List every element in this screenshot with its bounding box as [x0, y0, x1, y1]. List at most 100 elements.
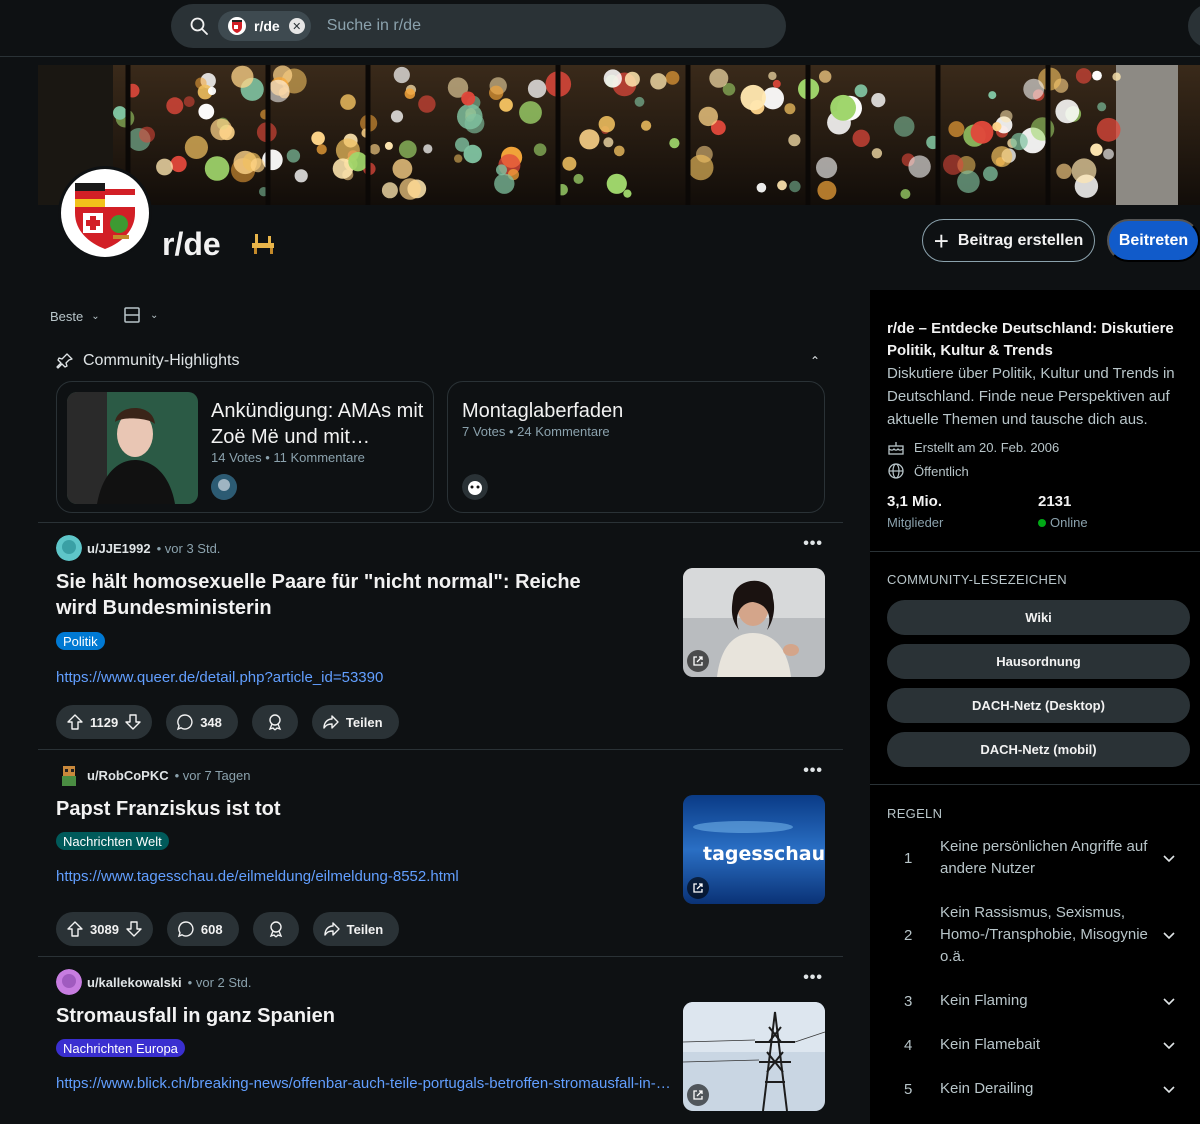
- upvote-icon[interactable]: [66, 920, 84, 938]
- post-link[interactable]: https://www.queer.de/detail.php?article_…: [56, 669, 678, 686]
- award-button[interactable]: [251, 705, 298, 739]
- chevron-down-icon[interactable]: [1162, 928, 1176, 942]
- downvote-icon[interactable]: [125, 920, 143, 938]
- lamp-bulb: [423, 144, 433, 154]
- post-thumbnail[interactable]: tagesschau: [683, 795, 825, 904]
- post-link[interactable]: https://www.tagesschau.de/eilmeldung/eil…: [56, 868, 678, 885]
- avatar: [56, 535, 82, 561]
- lamp-bulb: [562, 156, 577, 171]
- post-title[interactable]: Sie hält homosexuelle Paare für "nicht n…: [56, 569, 626, 621]
- rule-item[interactable]: 1 Keine persönlichen Angriffe auf andere…: [887, 836, 1190, 880]
- rules-header: REGELN: [887, 806, 943, 821]
- lamp-bulb: [1075, 68, 1092, 84]
- rule-item[interactable]: 2 Kein Rassismus, Sexismus, Homo-/Transp…: [887, 902, 1190, 968]
- lamp-bulb: [166, 97, 184, 115]
- lamp-bulb: [983, 166, 998, 182]
- lamp-bulb: [496, 164, 507, 176]
- comments-button[interactable]: 348: [166, 705, 238, 739]
- upvote-icon[interactable]: [66, 713, 84, 731]
- search-input[interactable]: [326, 17, 627, 35]
- lamp-bulb: [231, 65, 254, 88]
- more-options-icon[interactable]: •••: [803, 762, 823, 780]
- lamp-bulb: [454, 154, 463, 163]
- lamp-bulb: [777, 180, 787, 191]
- cake-icon: [888, 442, 904, 455]
- lamp-bulb: [573, 173, 584, 184]
- more-options-icon[interactable]: •••: [803, 535, 823, 553]
- post-thumbnail[interactable]: [683, 568, 825, 677]
- subreddit-name: r/de: [162, 226, 221, 262]
- post-thumbnail[interactable]: [683, 1002, 825, 1111]
- rule-item[interactable]: 5 Kein Derailing: [887, 1078, 1190, 1100]
- chevron-down-icon[interactable]: [1162, 1038, 1176, 1052]
- bookmark-wiki[interactable]: Wiki: [887, 600, 1190, 635]
- lamp-bulb: [606, 173, 627, 194]
- lamp-bulb: [641, 120, 652, 131]
- lamp-bulb: [286, 149, 301, 163]
- lamp-bulb: [399, 178, 421, 200]
- post-link[interactable]: https://www.blick.ch/breaking-news/offen…: [56, 1075, 678, 1092]
- lamp-bulb: [156, 158, 173, 176]
- share-button[interactable]: Teilen: [312, 912, 400, 946]
- post-title[interactable]: Stromausfall in ganz Spanien: [56, 1003, 626, 1029]
- vote-control[interactable]: 3089: [56, 912, 153, 946]
- chevron-down-icon[interactable]: [1162, 1082, 1176, 1096]
- post-flair[interactable]: Nachrichten Welt: [56, 832, 169, 850]
- join-button[interactable]: Beitreten: [1107, 219, 1200, 262]
- post-flair[interactable]: Politik: [56, 632, 105, 650]
- subreddit-search-chip[interactable]: r/de ✕: [218, 11, 311, 41]
- highlight-card[interactable]: Ankündigung: AMAs mit Zoë Më und mit… 14…: [56, 381, 434, 513]
- chevron-down-icon: ⌄: [150, 309, 159, 321]
- bookmark-hausordnung[interactable]: Hausordnung: [887, 644, 1190, 679]
- post-card[interactable]: u/RobCoPKC • vor 7 Tagen ••• Papst Franz…: [38, 749, 843, 956]
- lamp-bulb: [852, 129, 870, 147]
- bookmark-dach-desktop[interactable]: DACH-Netz (Desktop): [887, 688, 1190, 723]
- bookmark-dach-mobil[interactable]: DACH-Netz (mobil): [887, 732, 1190, 767]
- comments-button[interactable]: 608: [166, 912, 239, 946]
- rule-item[interactable]: 4 Kein Flamebait: [887, 1034, 1190, 1056]
- rule-text: Kein Flaming: [940, 992, 1028, 1009]
- lamp-bulb: [1112, 72, 1121, 81]
- share-button[interactable]: Teilen: [311, 705, 399, 739]
- post-title[interactable]: Papst Franziskus ist tot: [56, 796, 626, 822]
- sort-dropdown[interactable]: Beste ⌄: [50, 305, 100, 327]
- more-options-icon[interactable]: •••: [803, 969, 823, 987]
- chevron-down-icon[interactable]: [1162, 851, 1176, 865]
- lamp-bulb: [311, 131, 325, 146]
- plus-icon: +: [933, 225, 949, 256]
- vote-control[interactable]: 1129: [56, 705, 153, 739]
- post-card[interactable]: u/JJE1992 • vor 3 Std. ••• Sie hält homo…: [38, 522, 843, 749]
- create-post-button[interactable]: + Beitrag erstellen: [922, 219, 1095, 262]
- post-author[interactable]: u/JJE1992 • vor 3 Std.: [56, 535, 220, 561]
- sort-label: Beste: [50, 308, 84, 324]
- view-toggle[interactable]: ⌄: [123, 306, 158, 324]
- post-flair[interactable]: Nachrichten Europa: [56, 1039, 185, 1057]
- post-card[interactable]: u/kallekowalski • vor 2 Std. ••• Stromau…: [38, 956, 843, 1124]
- rule-item[interactable]: 3 Kein Flaming: [887, 990, 1190, 1012]
- award-button[interactable]: [252, 912, 299, 946]
- community-highlights-header[interactable]: Community-Highlights ⌃: [56, 350, 820, 372]
- lamp-bulb: [294, 169, 308, 183]
- lamp-bulb: [1010, 132, 1028, 151]
- rule-number: 5: [904, 1080, 913, 1098]
- highlight-meta: 14 Votes • 11 Kommentare: [211, 450, 365, 465]
- downvote-icon[interactable]: [124, 713, 142, 731]
- post-author[interactable]: u/RobCoPKC • vor 7 Tagen: [56, 762, 250, 788]
- clear-chip-icon[interactable]: ✕: [288, 18, 305, 34]
- lamp-bulb: [819, 70, 832, 83]
- lamp-bulb: [198, 103, 215, 120]
- search-bar[interactable]: r/de ✕: [171, 4, 786, 48]
- chevron-down-icon[interactable]: [1162, 994, 1176, 1008]
- post-author[interactable]: u/kallekowalski • vor 2 Std.: [56, 969, 251, 995]
- external-link-icon: [687, 650, 709, 672]
- user-menu-button[interactable]: [1188, 4, 1200, 48]
- lamp-bulb: [250, 158, 265, 173]
- chevron-up-icon[interactable]: ⌃: [810, 354, 820, 368]
- lamp-bulb: [665, 71, 680, 85]
- lamp-bulb: [614, 145, 625, 157]
- lamp-bulb: [893, 116, 915, 137]
- highlight-card[interactable]: Montaglaberfaden 7 Votes • 24 Kommentare: [447, 381, 825, 513]
- lamp-bulb: [390, 110, 404, 123]
- share-icon: [323, 922, 340, 936]
- lamp-bulb: [489, 85, 504, 100]
